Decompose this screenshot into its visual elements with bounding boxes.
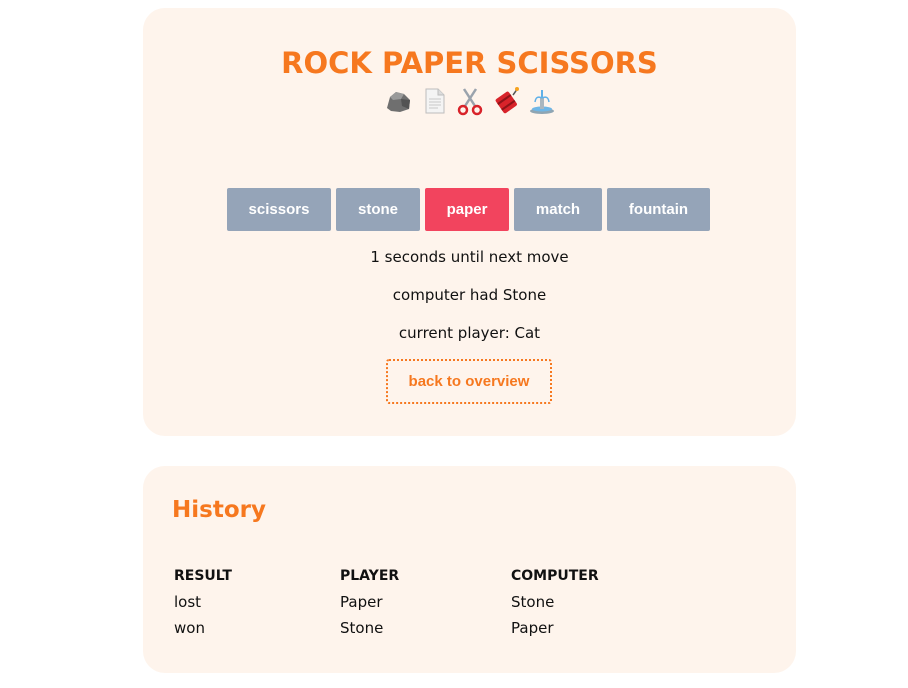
- row-player: Paper: [340, 593, 383, 611]
- countdown-text: 1 seconds until next move: [370, 248, 569, 266]
- row-player: Stone: [340, 619, 384, 637]
- choice-match-button[interactable]: match: [514, 188, 602, 231]
- fountain-icon: [527, 86, 557, 116]
- history-title: History: [172, 497, 266, 523]
- row-computer: Paper: [511, 619, 554, 637]
- choice-paper-button[interactable]: paper: [425, 188, 509, 231]
- choice-stone-button[interactable]: stone: [336, 188, 420, 231]
- history-table: RESULT PLAYER COMPUTER lost Paper Stone …: [174, 563, 651, 641]
- dynamite-icon: [491, 86, 521, 116]
- table-row: lost Paper Stone: [174, 589, 651, 615]
- game-card: ROCK PAPER SCISSORS scissors stone paper…: [143, 8, 796, 436]
- table-row: won Stone Paper: [174, 615, 651, 641]
- history-card: History RESULT PLAYER COMPUTER lost Pape…: [143, 466, 796, 673]
- row-result: lost: [174, 593, 202, 611]
- rock-icon: [383, 86, 413, 116]
- current-player-text: current player: Cat: [398, 324, 541, 342]
- header-player: PLAYER: [340, 568, 400, 584]
- history-header-row: RESULT PLAYER COMPUTER: [174, 563, 651, 589]
- game-title: ROCK PAPER SCISSORS: [281, 46, 658, 80]
- scissors-icon: [455, 86, 485, 116]
- icon-row: [143, 86, 796, 116]
- row-result: won: [174, 619, 205, 637]
- header-result: RESULT: [174, 568, 232, 584]
- computer-move-text: computer had Stone: [392, 286, 547, 304]
- choice-buttons: scissors stone paper match fountain: [227, 188, 710, 231]
- paper-icon: [419, 86, 449, 116]
- back-to-overview-button[interactable]: back to overview: [386, 359, 552, 404]
- row-computer: Stone: [511, 593, 555, 611]
- choice-scissors-button[interactable]: scissors: [227, 188, 331, 231]
- header-computer: COMPUTER: [511, 568, 599, 584]
- choice-fountain-button[interactable]: fountain: [607, 188, 710, 231]
